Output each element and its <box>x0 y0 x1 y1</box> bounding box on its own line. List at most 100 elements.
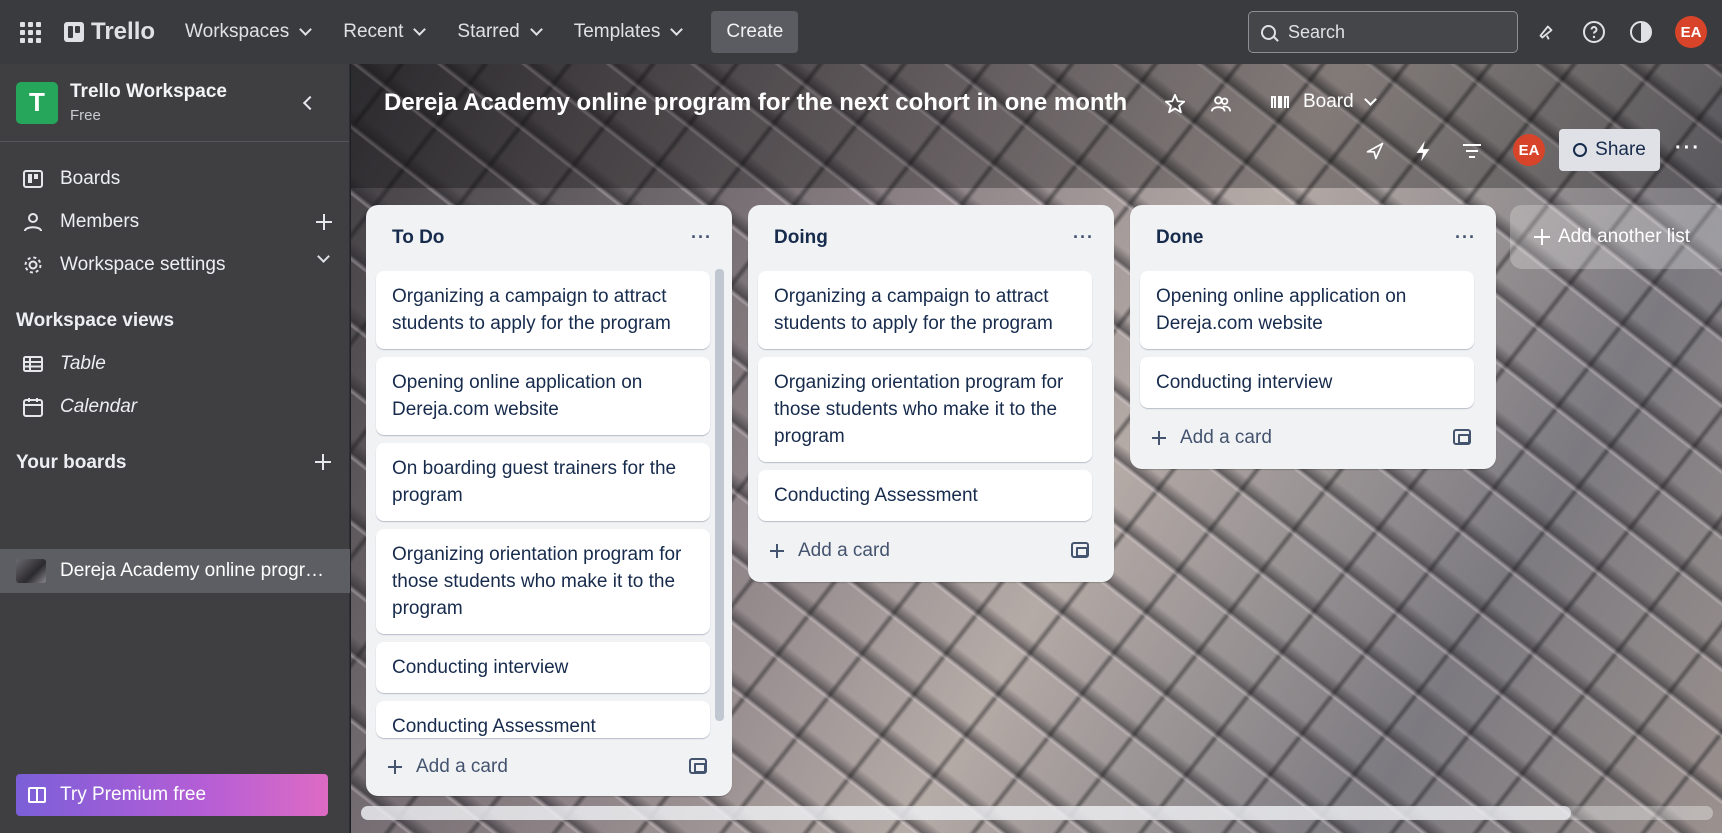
share-label: Share <box>1595 139 1646 160</box>
workspaces-menu[interactable]: Workspaces <box>173 12 322 52</box>
card[interactable]: Opening online application on Dereja.com… <box>1140 271 1474 349</box>
plus-icon <box>388 760 402 774</box>
help-icon[interactable] <box>1582 20 1606 44</box>
add-card-button[interactable]: Add a card <box>770 536 890 566</box>
templates-label: Templates <box>573 21 661 42</box>
card[interactable]: On boarding guest trainers for the progr… <box>376 443 710 521</box>
list-title[interactable]: Doing <box>774 227 828 249</box>
notifications-icon[interactable] <box>1534 20 1558 44</box>
card[interactable]: Conducting Assessment <box>376 701 710 738</box>
list-menu-icon[interactable]: ··· <box>1455 227 1476 248</box>
card-template-icon[interactable] <box>689 758 707 774</box>
visibility-icon[interactable] <box>1209 92 1233 116</box>
more-options-icon[interactable]: ··· <box>1673 136 1703 160</box>
list-done: Done ··· Opening online application on D… <box>1130 205 1496 469</box>
trello-logo-icon <box>64 22 84 42</box>
board-canvas: Dereja Academy online program for the ne… <box>351 64 1722 833</box>
sidebar-board-item[interactable]: Dereja Academy online progra... <box>0 549 350 593</box>
gear-icon <box>22 255 44 275</box>
chevron-down-icon <box>1363 93 1377 106</box>
share-button[interactable]: Share <box>1559 129 1660 171</box>
sidebar-item-label: Workspace settings <box>60 254 226 275</box>
search-input[interactable]: Search <box>1248 11 1518 53</box>
sidebar-board-label: Dereja Academy online progra... <box>60 560 330 581</box>
card[interactable]: Organizing a campaign to attract student… <box>758 271 1092 349</box>
person-icon <box>22 212 44 232</box>
card-template-icon[interactable] <box>1453 429 1471 445</box>
workspaces-label: Workspaces <box>185 21 290 42</box>
chevron-down-icon <box>299 23 313 36</box>
gift-icon <box>28 787 46 803</box>
list-title[interactable]: Done <box>1156 227 1204 249</box>
your-boards-heading: Your boards <box>16 452 127 473</box>
board-view-selector[interactable]: Board <box>1271 82 1377 122</box>
card[interactable]: Opening online application on Dereja.com… <box>376 357 710 435</box>
starred-label: Starred <box>457 21 520 42</box>
calendar-icon <box>22 397 44 417</box>
app-switcher-icon[interactable] <box>20 20 44 44</box>
add-member-icon[interactable] <box>316 214 332 230</box>
sidebar-item-members[interactable]: Members <box>0 202 350 242</box>
workspace-logo: T <box>16 81 58 124</box>
trello-logo-text: Trello <box>91 18 156 45</box>
sidebar-item-workspace-settings[interactable]: Workspace settings <box>0 245 350 285</box>
board-member-avatar[interactable]: EA <box>1513 134 1545 166</box>
top-navigation-bar: Trello Workspaces Recent Starred Templat… <box>0 0 1722 64</box>
board-header: Dereja Academy online program for the ne… <box>351 64 1722 188</box>
sidebar-item-label: Members <box>60 211 140 232</box>
top-menu: Workspaces Recent Starred Templates <box>173 12 702 52</box>
list-to-do: To Do ··· Organizing a campaign to attra… <box>366 205 732 796</box>
workspace-header: T Trello Workspace Free <box>0 64 349 142</box>
board-horizontal-scrollbar[interactable] <box>361 806 1713 820</box>
scrollbar-thumb[interactable] <box>361 806 1571 820</box>
add-board-icon[interactable] <box>315 454 331 470</box>
search-icon <box>1261 24 1276 40</box>
add-card-button[interactable]: Add a card <box>388 752 508 782</box>
share-icon <box>1573 143 1588 157</box>
sidebar-item-boards[interactable]: Boards <box>0 159 350 199</box>
add-card-button[interactable]: Add a card <box>1152 423 1272 453</box>
list-scrollbar[interactable] <box>715 269 724 721</box>
automation-icon[interactable] <box>1411 139 1435 163</box>
theme-toggle-icon[interactable] <box>1629 20 1653 44</box>
power-ups-icon[interactable] <box>1363 139 1387 163</box>
sidebar-item-table[interactable]: Table <box>0 344 350 384</box>
star-icon[interactable] <box>1163 92 1187 116</box>
list-doing: Doing ··· Organizing a campaign to attra… <box>748 205 1114 582</box>
workspace-name[interactable]: Trello Workspace <box>70 81 227 103</box>
templates-menu[interactable]: Templates <box>562 12 694 52</box>
card[interactable]: Organizing a campaign to attract student… <box>376 271 710 349</box>
board-icon <box>22 170 44 188</box>
card-template-icon[interactable] <box>1071 542 1089 558</box>
add-list-label: Add another list <box>1558 226 1691 247</box>
card[interactable]: Conducting interview <box>376 642 710 693</box>
add-another-list-button[interactable]: Add another list <box>1510 205 1722 269</box>
chevron-down-icon[interactable] <box>317 250 330 263</box>
create-button[interactable]: Create <box>711 11 799 53</box>
workspace-sidebar: T Trello Workspace Free Boards Members W… <box>0 64 350 833</box>
search-placeholder: Search <box>1288 21 1346 42</box>
add-card-label: Add a card <box>1180 427 1272 448</box>
recent-menu[interactable]: Recent <box>331 12 436 52</box>
card[interactable]: Conducting Assessment <box>758 470 1092 521</box>
board-view-label: Board <box>1303 91 1354 112</box>
sidebar-item-calendar[interactable]: Calendar <box>0 387 350 427</box>
try-premium-button[interactable]: Try Premium free <box>16 774 328 816</box>
card[interactable]: Conducting interview <box>1140 357 1474 408</box>
plus-icon <box>770 544 784 558</box>
card[interactable]: Organizing orientation program for those… <box>376 529 710 634</box>
trello-logo[interactable]: Trello <box>64 18 155 46</box>
collapse-sidebar-icon[interactable] <box>300 94 318 112</box>
board-thumbnail <box>16 559 46 583</box>
list-menu-icon[interactable]: ··· <box>691 227 712 248</box>
list-title[interactable]: To Do <box>392 227 444 249</box>
recent-label: Recent <box>343 21 404 42</box>
user-avatar[interactable]: EA <box>1675 16 1707 48</box>
add-card-label: Add a card <box>798 540 890 561</box>
sidebar-item-label: Table <box>60 353 106 374</box>
board-title[interactable]: Dereja Academy online program for the ne… <box>384 89 1127 117</box>
starred-menu[interactable]: Starred <box>445 12 552 52</box>
filter-icon[interactable] <box>1460 139 1484 163</box>
card[interactable]: Organizing orientation program for those… <box>758 357 1092 462</box>
list-menu-icon[interactable]: ··· <box>1073 227 1094 248</box>
